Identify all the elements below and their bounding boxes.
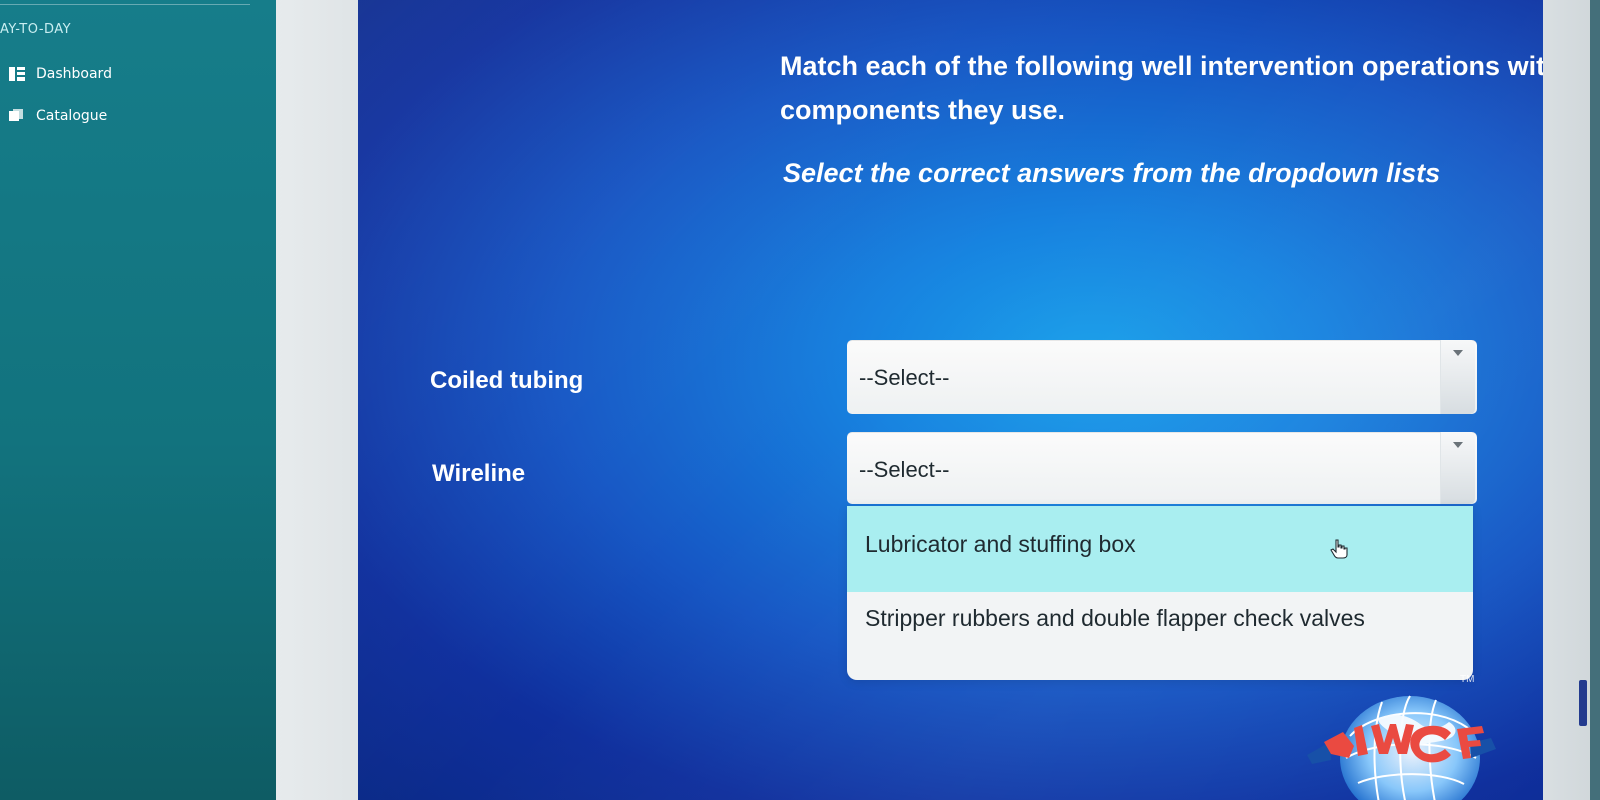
dropdown-option-lubricator[interactable]: Lubricator and stuffing box — [847, 506, 1473, 592]
sidebar-heading: AY-TO-DAY — [0, 22, 72, 37]
divider-strip — [276, 0, 358, 800]
coiled-tubing-select-value: --Select-- — [859, 365, 950, 390]
iwcf-logo — [1300, 672, 1500, 800]
chevron-down-icon — [1440, 340, 1475, 414]
sidebar-item-catalogue[interactable]: Catalogue — [8, 104, 107, 128]
question-instruction: Select the correct answers from the drop… — [783, 158, 1441, 188]
question-prompt: Match each of the following well interve… — [780, 51, 1600, 125]
dashboard-icon — [8, 66, 26, 82]
trademark-mark: TM — [1460, 674, 1475, 685]
scrollbar[interactable] — [1579, 680, 1587, 726]
dropdown-option-stripper[interactable]: Stripper rubbers and double flapper chec… — [847, 600, 1473, 680]
chevron-down-icon — [1440, 432, 1475, 504]
sidebar-item-label: Catalogue — [36, 108, 108, 124]
wireline-dropdown-list[interactable]: Lubricator and stuffing box Stripper rub… — [847, 506, 1473, 680]
sidebar-item-dashboard[interactable]: Dashboard — [8, 62, 112, 86]
wireline-select-value: --Select-- — [859, 457, 950, 482]
wireline-select[interactable]: --Select-- — [847, 432, 1477, 504]
chevron-shape — [1453, 350, 1463, 356]
sidebar-item-label: Dashboard — [36, 66, 112, 82]
coiled-tubing-select[interactable]: --Select-- — [847, 340, 1477, 414]
sidebar-topline — [0, 4, 250, 5]
wireline-label: Wireline — [432, 460, 526, 487]
page: AY-TO-DAY Dashboard Catalogue Match each… — [0, 0, 1600, 800]
catalogue-icon — [8, 108, 26, 124]
right-edge-strip — [1590, 0, 1600, 800]
coiled-tubing-label: Coiled tubing — [430, 367, 584, 394]
sidebar: AY-TO-DAY Dashboard Catalogue — [0, 0, 276, 800]
hand-cursor-icon — [1330, 539, 1348, 559]
chevron-shape — [1453, 442, 1463, 448]
